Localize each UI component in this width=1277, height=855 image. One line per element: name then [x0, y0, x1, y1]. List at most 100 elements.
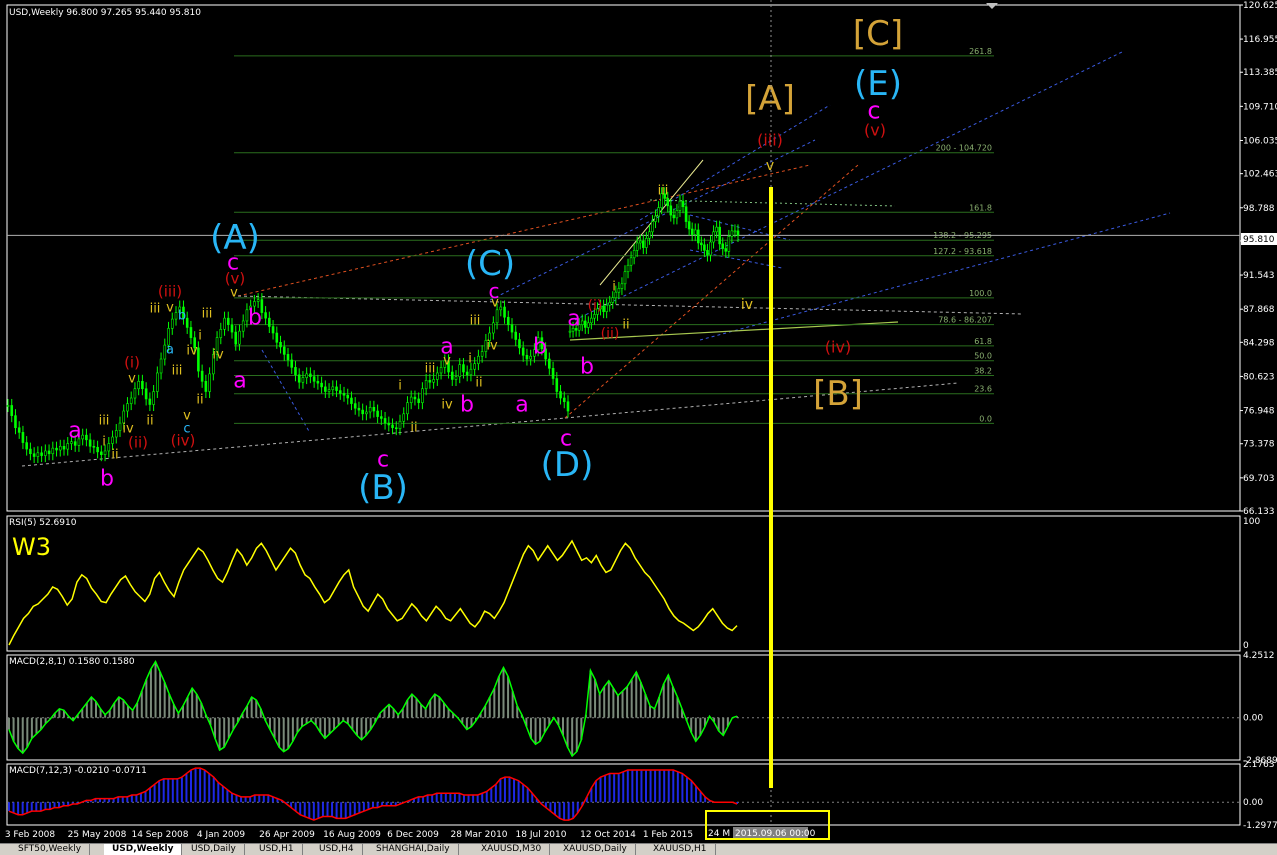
candle-body [387, 422, 391, 426]
candle-body [372, 407, 376, 412]
candle-body [297, 374, 301, 383]
macd1-y-tick-label: 0.00 [1243, 714, 1263, 724]
wave-label-minute: iv [741, 297, 753, 313]
candle-body [469, 368, 473, 376]
candle-body [118, 422, 122, 431]
candle-body [92, 446, 96, 448]
candle-body [286, 354, 290, 361]
wave-label-minute: i [468, 352, 472, 367]
x-tick-label: 25 May 2008 [68, 830, 127, 840]
candle-body [696, 229, 700, 244]
candle-body [129, 397, 133, 404]
macd2-y-tick-label: 2.1763 [1243, 760, 1275, 770]
wave-label-minute: iv [186, 344, 198, 359]
chart-tab[interactable]: XAUUSD,Daily [555, 844, 636, 855]
wave-label-minor: a [68, 419, 81, 444]
candle-body [477, 355, 480, 364]
rsi-header: RSI(5) 52.6910 [9, 518, 77, 528]
candle-body [342, 393, 346, 396]
candle-body [271, 326, 275, 334]
rsi-panel [8, 539, 738, 646]
candle-body [85, 434, 88, 441]
chart-tab[interactable]: XAUUSD,H1 [645, 844, 716, 855]
candle-body [693, 229, 697, 235]
chart-tab[interactable]: USD,Weekly [104, 844, 183, 855]
candle-body [376, 410, 379, 417]
candle-body [473, 363, 476, 370]
candle-body [583, 320, 587, 328]
candle-body [635, 242, 639, 251]
candle-body [126, 403, 129, 412]
candle-body [197, 347, 200, 372]
fib-label: 0.0 [979, 414, 992, 423]
channel-line-1 [237, 295, 1024, 315]
candle-body [666, 198, 670, 207]
chart-canvas[interactable]: 261.8200 - 104.720161.8138.2 - 95.295127… [0, 0, 1277, 854]
chart-tab[interactable]: SHANGHAI,Daily [368, 844, 459, 855]
rsi-overlay-label: W3 [12, 533, 51, 561]
candle-body [305, 373, 308, 378]
wave-label-primary: (C) [465, 244, 515, 284]
candle-body [238, 330, 241, 345]
candle-body [219, 329, 223, 338]
wave-label-minute: iii [150, 302, 161, 317]
candle-body [10, 405, 14, 416]
y-tick-label: 91.543 [1243, 271, 1275, 281]
fib-label: 50.0 [974, 352, 992, 361]
wave-label-minute: v [128, 372, 136, 387]
wave-label-minuette: (ii) [601, 326, 620, 342]
candle-body [320, 382, 323, 388]
chart-tab[interactable]: XAUUSD,M30 [473, 844, 551, 855]
wave-label-minute: iii [172, 364, 183, 379]
y-tick-label: 106.035 [1243, 136, 1277, 146]
candle-body [208, 373, 211, 392]
wave-label-minor: c [377, 448, 389, 473]
chart-tab[interactable]: USD,Daily [183, 844, 245, 855]
candle-body [88, 439, 92, 447]
candle-body [32, 453, 36, 457]
wave-label-primary: (B) [358, 468, 408, 508]
current-price-label: 95.810 [1243, 235, 1275, 245]
y-tick-label: 69.703 [1243, 474, 1275, 484]
candle-body [36, 452, 40, 457]
wave-label-minute: i [612, 280, 616, 295]
wave-label-minute: i [398, 379, 402, 394]
candle-body [312, 376, 316, 382]
candle-body [14, 415, 17, 429]
candle-body [234, 331, 238, 345]
candle-body [580, 320, 584, 325]
candle-body [309, 373, 312, 377]
candle-body [724, 248, 728, 252]
candle-body [290, 359, 294, 368]
fib-label: 78.6 - 86.207 [938, 316, 992, 325]
candle-body [462, 364, 465, 373]
wave-label-minute: ii [622, 318, 629, 333]
candle-body [525, 355, 529, 360]
candle-body [316, 381, 320, 384]
candle-body [620, 283, 624, 289]
candle-body [684, 206, 688, 222]
wave-label-intermediate: [B] [813, 374, 863, 414]
candle-body [706, 250, 709, 256]
chart-tab[interactable]: SFT50,Weekly [10, 844, 91, 855]
chart-tab[interactable]: USD,H4 [311, 844, 363, 855]
candle-body [733, 230, 737, 233]
candle-body [510, 324, 514, 333]
candle-body [241, 320, 245, 332]
candle-body [518, 339, 521, 349]
wave-label-minor: b [580, 355, 594, 380]
candle-body [338, 390, 342, 394]
wave-label-minute: iii [202, 307, 213, 322]
candle-body [346, 394, 350, 399]
candle-body [648, 231, 651, 239]
candle-body [380, 416, 383, 419]
candle-body [368, 407, 372, 413]
candle-body [642, 240, 645, 248]
trendline-drawings [21, 51, 1171, 467]
time-cursor-prefix: 24 M [708, 829, 730, 839]
scroll-marker-icon[interactable] [986, 3, 998, 9]
y-tick-label: 87.868 [1243, 305, 1275, 315]
chart-tab[interactable]: USD,H1 [251, 844, 303, 855]
macd2-y-tick-label: 0.00 [1243, 798, 1263, 808]
candle-body [506, 316, 510, 325]
